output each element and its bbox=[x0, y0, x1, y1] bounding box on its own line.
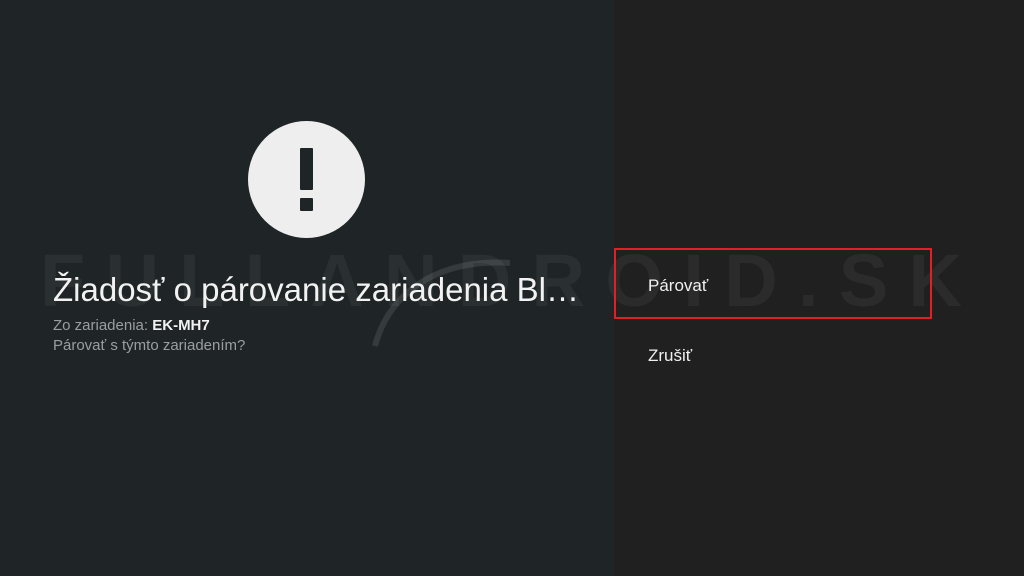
alert-exclamation-bar bbox=[300, 148, 313, 190]
device-label: Zo zariadenia: bbox=[53, 317, 153, 334]
dialog-title: Žiadosť o párovanie zariadenia Bl… bbox=[53, 271, 580, 308]
device-name: EK-MH7 bbox=[152, 317, 210, 334]
pairing-request-screen: FULLANDROID.SK Žiadosť o párovanie zaria… bbox=[0, 0, 1024, 576]
alert-exclamation-icon bbox=[248, 121, 365, 238]
pair-question: Párovať s týmto zariadením? bbox=[53, 337, 246, 354]
alert-exclamation-dot bbox=[300, 198, 313, 211]
pair-button[interactable]: Párovať bbox=[614, 248, 932, 319]
pair-button-label: Párovať bbox=[648, 276, 709, 295]
cancel-button-label: Zrušiť bbox=[648, 346, 693, 365]
device-line: Zo zariadenia: EK-MH7 bbox=[53, 316, 210, 336]
cancel-button[interactable]: Zrušiť bbox=[614, 336, 932, 376]
